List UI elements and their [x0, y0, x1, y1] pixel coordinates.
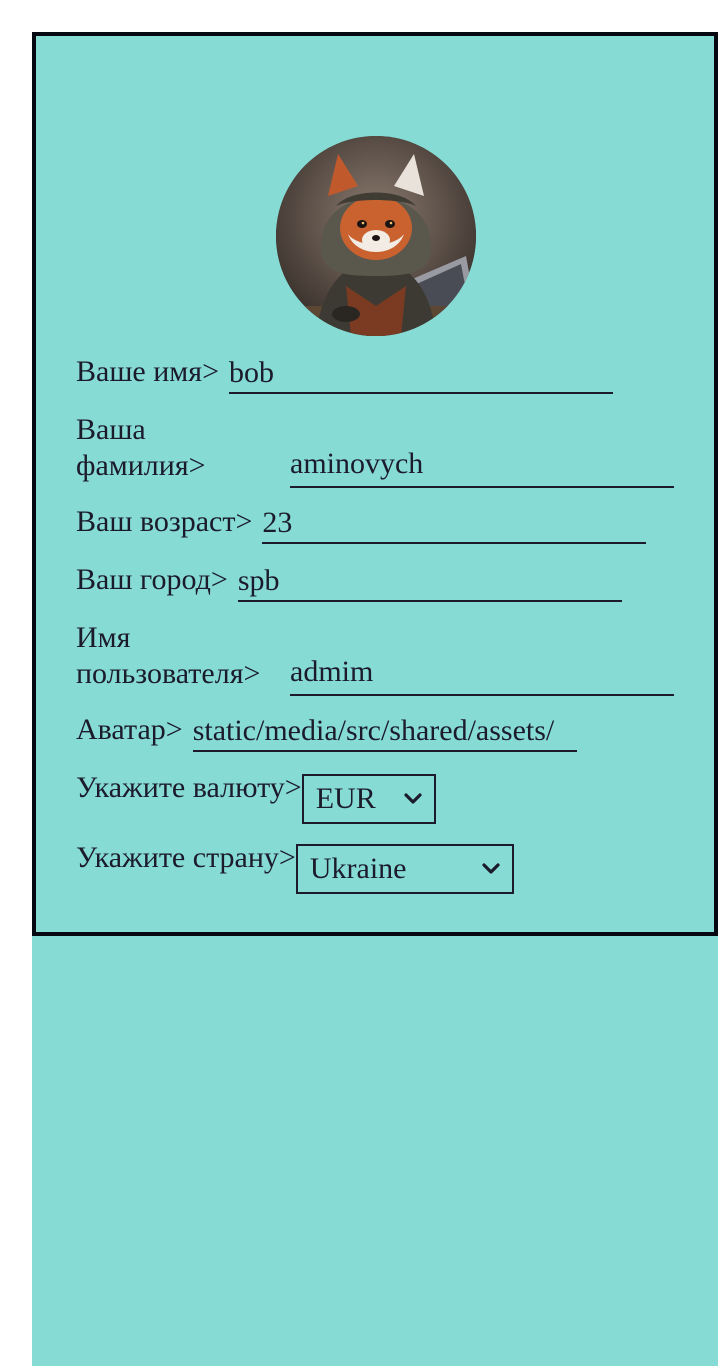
country-select[interactable]: Ukraine — [295, 844, 514, 894]
username-label: Имя пользователя> — [76, 621, 261, 690]
name-input[interactable] — [229, 354, 613, 394]
name-row: Ваше имя> — [76, 354, 613, 394]
fox-hacker-avatar-icon — [276, 136, 476, 336]
surname-row: Ваша фамилия> — [76, 412, 674, 488]
currency-select[interactable]: EUR — [301, 774, 436, 824]
chevron-down-icon — [400, 786, 426, 812]
username-row: Имя пользователя> — [76, 620, 674, 696]
country-label: Укажите страну> — [76, 841, 296, 874]
city-label: Ваш город> — [76, 563, 228, 596]
city-input[interactable] — [237, 562, 622, 602]
avatar-path-input[interactable] — [192, 712, 577, 752]
age-row: Ваш возраст> — [76, 504, 647, 544]
avatar-path-label: Аватар> — [76, 713, 183, 746]
name-label: Ваше имя> — [76, 355, 219, 388]
country-row: Укажите страну> Ukraine — [76, 840, 514, 894]
surname-input[interactable] — [290, 442, 674, 488]
avatar-path-row: Аватар> — [76, 712, 577, 752]
chevron-down-icon — [478, 856, 504, 882]
age-label: Ваш возраст> — [76, 505, 253, 538]
username-input[interactable] — [290, 650, 674, 696]
currency-selected-value: EUR — [315, 782, 376, 815]
avatar — [276, 136, 476, 336]
city-row: Ваш город> — [76, 562, 622, 602]
age-input[interactable] — [262, 504, 647, 544]
currency-label: Укажите валюту> — [76, 771, 302, 804]
surname-label: Ваша фамилия> — [76, 413, 206, 482]
currency-row: Укажите валюту> EUR — [76, 770, 436, 824]
country-selected-value: Ukraine — [309, 852, 407, 885]
profile-card: Ваше имя> Ваша фамилия> Ваш возраст> Ваш… — [32, 32, 718, 936]
